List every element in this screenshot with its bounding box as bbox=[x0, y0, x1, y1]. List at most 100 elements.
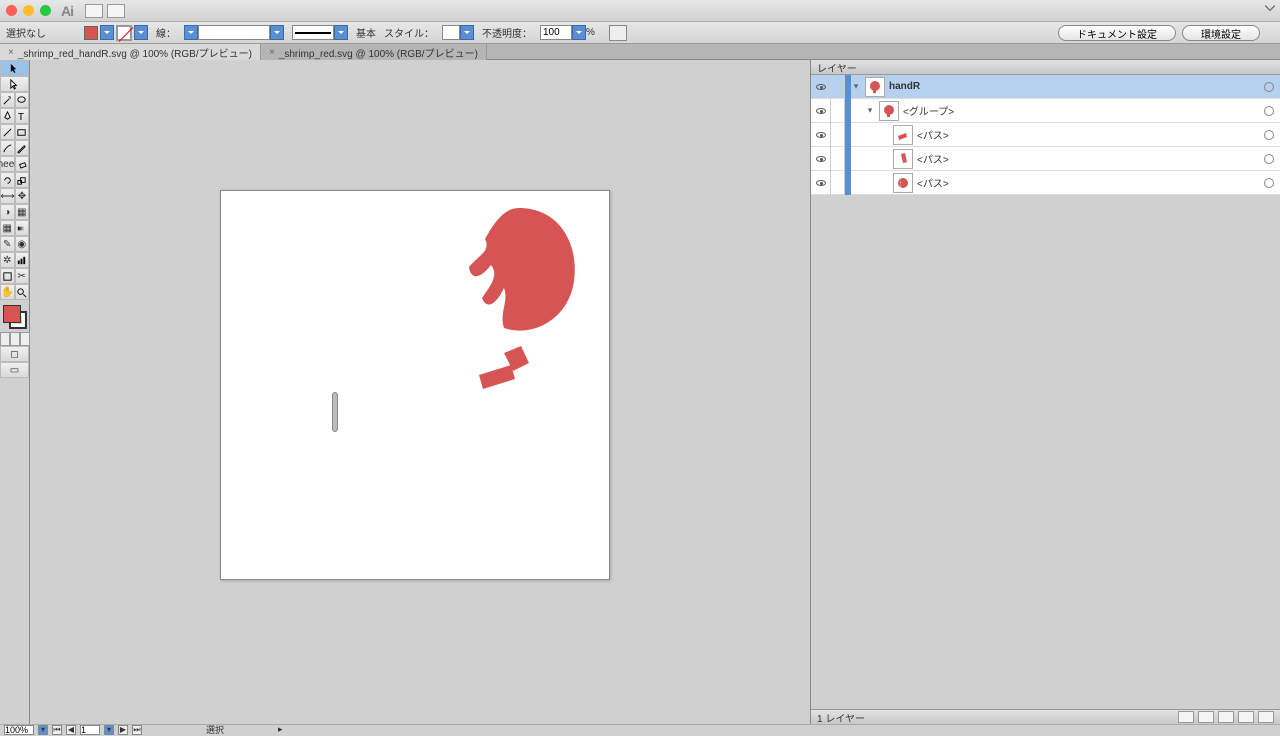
recolor-icon[interactable] bbox=[609, 25, 627, 41]
symbol-sprayer-tool[interactable]: ✲ bbox=[0, 252, 15, 268]
mesh-tool[interactable]: ▦ bbox=[0, 220, 15, 236]
visibility-toggle[interactable] bbox=[811, 171, 831, 195]
target-icon[interactable] bbox=[1264, 178, 1274, 188]
tab-shrimp-handr[interactable]: × _shrimp_red_handR.svg @ 100% (RGB/プレビュ… bbox=[0, 44, 261, 60]
lock-toggle[interactable] bbox=[831, 147, 845, 171]
paintbrush-tool[interactable] bbox=[0, 140, 15, 156]
lasso-tool[interactable] bbox=[15, 92, 30, 108]
rotate-tool[interactable] bbox=[0, 172, 15, 188]
style-dropdown[interactable] bbox=[460, 25, 474, 40]
draw-mode-normal[interactable]: ◻ bbox=[0, 346, 29, 362]
stroke-swatch[interactable] bbox=[116, 25, 132, 41]
stroke-weight-dropdown[interactable] bbox=[270, 25, 284, 40]
target-icon[interactable] bbox=[1264, 106, 1274, 116]
direct-selection-tool[interactable] bbox=[0, 76, 29, 92]
layer-name-label[interactable]: <パス> bbox=[917, 175, 1264, 190]
layers-panel-title[interactable]: レイヤー bbox=[811, 60, 1280, 75]
type-tool[interactable]: T bbox=[15, 108, 30, 124]
layer-name-label[interactable]: <パス> bbox=[917, 151, 1264, 166]
visibility-toggle[interactable] bbox=[811, 123, 831, 147]
zoom-tool[interactable] bbox=[15, 284, 30, 300]
artboard-dropdown[interactable]: ▾ bbox=[104, 725, 114, 735]
layer-name-label[interactable]: <グループ> bbox=[903, 103, 1264, 118]
hand-tool[interactable]: ✋ bbox=[0, 284, 15, 300]
opacity-input[interactable] bbox=[540, 25, 572, 40]
layer-name-label[interactable]: handR bbox=[889, 81, 1264, 92]
layer-row-path-1[interactable]: <パス> bbox=[811, 123, 1280, 147]
artboard-tool[interactable] bbox=[0, 268, 15, 284]
fill-dropdown[interactable] bbox=[100, 25, 114, 40]
panel-collapse-handle[interactable] bbox=[332, 392, 338, 432]
last-artboard-button[interactable]: ⏭ bbox=[132, 725, 142, 735]
close-icon[interactable]: × bbox=[269, 47, 275, 58]
new-layer-icon[interactable] bbox=[1238, 711, 1254, 723]
lock-toggle[interactable] bbox=[831, 123, 845, 147]
selection-tool[interactable] bbox=[0, 60, 29, 76]
stroke-profile-preview[interactable] bbox=[292, 25, 334, 40]
layer-name-label[interactable]: <パス> bbox=[917, 127, 1264, 142]
visibility-toggle[interactable] bbox=[811, 75, 831, 99]
line-tool[interactable] bbox=[0, 124, 15, 140]
free-transform-tool[interactable]: ✥ bbox=[15, 188, 29, 204]
target-icon[interactable] bbox=[1264, 154, 1274, 164]
mac-close-button[interactable] bbox=[6, 5, 17, 16]
chevron-down-icon[interactable]: ▾ bbox=[865, 105, 875, 116]
first-artboard-button[interactable]: ⏮ bbox=[52, 725, 62, 735]
locate-object-icon[interactable] bbox=[1178, 711, 1194, 723]
screen-mode-icon[interactable] bbox=[107, 4, 125, 18]
document-setup-button[interactable]: ドキュメント設定 bbox=[1058, 25, 1176, 41]
next-artboard-button[interactable]: ▶ bbox=[118, 725, 128, 735]
stroke-weight-input[interactable] bbox=[198, 25, 270, 40]
visibility-toggle[interactable] bbox=[811, 147, 831, 171]
color-mode-solid[interactable] bbox=[0, 332, 10, 346]
canvas-area[interactable] bbox=[30, 60, 810, 724]
make-clipping-mask-icon[interactable] bbox=[1198, 711, 1214, 723]
shape-builder-tool[interactable]: ◑ bbox=[0, 204, 15, 220]
preferences-button[interactable]: 環境設定 bbox=[1182, 25, 1260, 41]
lock-toggle[interactable] bbox=[831, 75, 845, 99]
magic-wand-tool[interactable] bbox=[0, 92, 15, 108]
target-icon[interactable] bbox=[1264, 82, 1274, 92]
layer-row-path-2[interactable]: <パス> bbox=[811, 147, 1280, 171]
blend-tool[interactable]: ◉ bbox=[15, 236, 30, 252]
artboard-number-input[interactable] bbox=[80, 725, 100, 735]
pencil-tool[interactable] bbox=[15, 140, 30, 156]
window-menu-icon[interactable] bbox=[1264, 2, 1276, 14]
eyedropper-tool[interactable]: ✎ bbox=[0, 236, 15, 252]
zoom-dropdown[interactable]: ▾ bbox=[38, 725, 48, 735]
layer-row-path-3[interactable]: <パス> bbox=[811, 171, 1280, 195]
perspective-grid-tool[interactable]: ▦ bbox=[15, 204, 30, 220]
color-mode-none[interactable] bbox=[20, 332, 30, 346]
prev-artboard-button[interactable]: ◀ bbox=[66, 725, 76, 735]
close-icon[interactable]: × bbox=[8, 47, 14, 58]
arrange-docs-icon[interactable] bbox=[85, 4, 103, 18]
color-mode-gradient[interactable] bbox=[10, 332, 20, 346]
stroke-stepper[interactable] bbox=[184, 25, 198, 40]
fill-stroke-control[interactable] bbox=[0, 302, 30, 332]
scale-tool[interactable] bbox=[15, 172, 30, 188]
graph-tool[interactable] bbox=[15, 252, 30, 268]
width-tool[interactable]: ⟷ bbox=[0, 188, 15, 204]
fill-color-icon[interactable] bbox=[3, 305, 21, 323]
slice-tool[interactable]: ✂ bbox=[15, 268, 30, 284]
zoom-input[interactable] bbox=[4, 725, 34, 735]
eraser-tool[interactable] bbox=[15, 156, 29, 172]
tab-shrimp-red[interactable]: × _shrimp_red.svg @ 100% (RGB/プレビュー) bbox=[261, 44, 487, 60]
opacity-dropdown[interactable] bbox=[572, 25, 586, 40]
gradient-tool[interactable] bbox=[15, 220, 30, 236]
stroke-profile-dropdown[interactable] bbox=[334, 25, 348, 40]
new-sublayer-icon[interactable] bbox=[1218, 711, 1234, 723]
layer-row-group[interactable]: ▾ <グループ> bbox=[811, 99, 1280, 123]
status-menu-arrow[interactable]: ▸ bbox=[278, 724, 283, 735]
screen-mode-button[interactable]: ▭ bbox=[0, 362, 29, 378]
style-preview[interactable] bbox=[442, 25, 460, 40]
delete-layer-icon[interactable] bbox=[1258, 711, 1274, 723]
layer-row-handr[interactable]: ▾ handR bbox=[811, 75, 1280, 99]
artboard[interactable] bbox=[220, 190, 610, 580]
rectangle-tool[interactable] bbox=[15, 124, 30, 140]
fill-swatch[interactable] bbox=[84, 26, 98, 40]
pen-tool[interactable] bbox=[0, 108, 15, 124]
mac-zoom-button[interactable] bbox=[40, 5, 51, 16]
lock-toggle[interactable] bbox=[831, 171, 845, 195]
mac-minimize-button[interactable] bbox=[23, 5, 34, 16]
